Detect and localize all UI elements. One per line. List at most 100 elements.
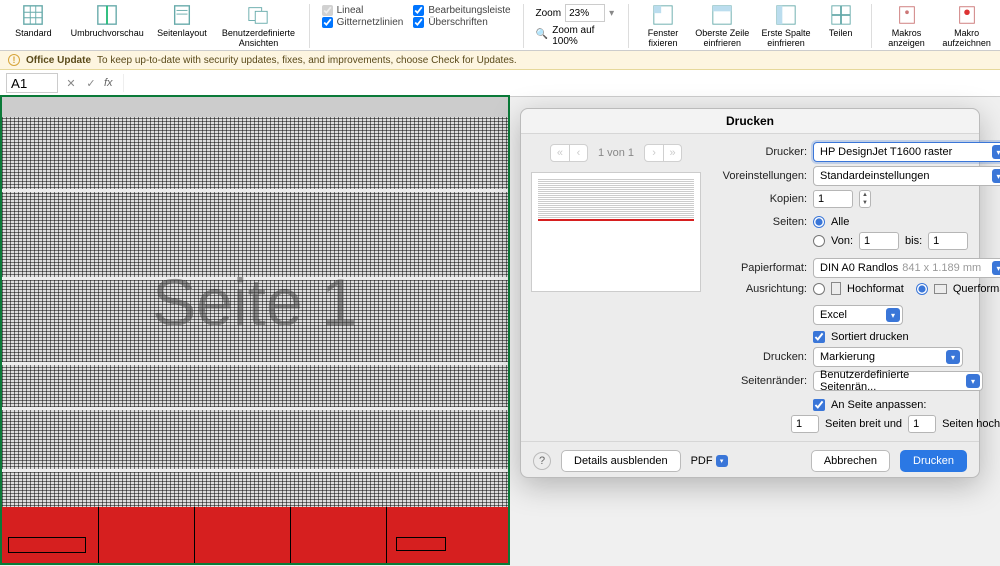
freeze-icon [650,4,676,26]
sheet-header-row [2,97,508,117]
paper-select[interactable]: DIN A0 Randlos 841 x 1.189 mm [813,258,1000,278]
print-what-select[interactable]: Markierung [813,347,963,367]
custom-view-icon [245,4,271,26]
page-break [2,407,508,410]
page-break [2,189,508,192]
pages-range-radio[interactable] [813,235,825,247]
view-standard[interactable]: Standard [6,4,61,38]
freeze-panes[interactable]: Fenster fixieren [641,4,685,48]
printer-select[interactable]: HP DesignJet T1600 raster [813,142,1000,162]
label: Makro aufzeichnen [939,28,994,48]
from-input[interactable] [859,232,899,250]
label: Seitenlayout [157,28,207,38]
print-what-label: Drucken: [715,351,807,363]
dialog-title: Drucken [521,109,979,134]
chevron-down-icon [966,374,980,388]
ribbon: Standard Umbruchvorschau Seitenlayout Be… [0,0,1000,51]
split-button[interactable]: Teilen [822,4,858,38]
freeze-col-icon [773,4,799,26]
zoom-input[interactable] [565,4,605,22]
page-indicator: 1 von 1 [598,147,634,159]
formula-input[interactable] [123,74,994,92]
freeze-row-icon [709,4,735,26]
fit-label: An Seite anpassen: [831,399,926,411]
freeze-top-row[interactable]: Oberste Zeile einfrieren [695,4,750,48]
chevron-down-icon [716,455,728,467]
pages-all-radio[interactable] [813,216,825,228]
macro-icon [894,4,920,26]
pages-tall-input[interactable] [908,415,936,433]
paper-label: Papierformat: [715,262,807,274]
worksheet-area[interactable]: Seite 1 [0,95,510,565]
cancel-icon[interactable]: ✕ [64,77,78,90]
name-box[interactable] [6,73,58,93]
confirm-icon[interactable]: ✓ [84,77,98,90]
print-button[interactable]: Drucken [900,450,967,472]
show-checks: Lineal Gitternetzlinien [322,4,404,29]
check-gitter[interactable]: Gitternetzlinien [322,17,404,28]
presets-select[interactable]: Standardeinstellungen [813,166,1000,186]
fit-checkbox[interactable] [813,399,825,411]
margins-select[interactable]: Benutzerdefinierte Seitenrän... [813,371,983,391]
next-page-button[interactable]: › [645,145,663,161]
collate-label: Sortiert drucken [831,331,909,343]
record-icon [954,4,980,26]
pages-wide-input[interactable] [791,415,819,433]
help-button[interactable]: ? [533,452,551,470]
view-custom[interactable]: Benutzerdefinierte Ansichten [220,4,297,48]
page-nav: « ‹ 1 von 1 › » [531,144,701,162]
hide-details-button[interactable]: Details ausblenden [561,450,681,472]
collate-checkbox[interactable] [813,331,825,343]
cancel-button[interactable]: Abbrechen [811,450,890,472]
landscape-label: Querformat [953,283,1000,295]
portrait-radio[interactable] [813,283,825,295]
view-seitenlayout[interactable]: Seitenlayout [154,4,210,38]
copies-input[interactable] [813,190,853,208]
print-preview [531,172,701,292]
separator [309,4,310,48]
page-layout-icon [169,4,195,26]
label: Oberste Zeile einfrieren [695,28,750,48]
zoom-100-button[interactable]: 🔍 Zoom auf 100% [536,25,617,47]
view-umbruch[interactable]: Umbruchvorschau [71,4,144,38]
separator [628,4,629,48]
from-label: Von: [831,235,853,247]
pages-wide-label: Seiten breit und [825,418,902,430]
check-bearbleiste[interactable]: Bearbeitungsleiste [413,5,510,16]
show-checks2: Bearbeitungsleiste Überschriften [413,4,510,29]
check-lineal[interactable]: Lineal [322,5,404,16]
freeze-first-col[interactable]: Erste Spalte einfrieren [760,4,813,48]
landscape-radio[interactable] [916,283,928,295]
print-dialog: Drucken « ‹ 1 von 1 › » Drucker: [520,108,980,478]
portrait-label: Hochformat [847,283,904,295]
magnifier-icon: 🔍 [536,29,549,43]
grid-icon [20,4,46,26]
split-icon [828,4,854,26]
copies-stepper[interactable]: ▲▼ [859,190,871,208]
pdf-dropdown[interactable]: PDF [691,455,728,467]
chevron-down-icon [886,308,900,322]
zoom-dropdown[interactable]: ▾ [609,8,614,19]
last-page-button[interactable]: » [663,145,681,161]
office-update-bar[interactable]: ! Office Update To keep up-to-date with … [0,51,1000,70]
label: Standard [15,28,52,38]
show-macros[interactable]: Makros anzeigen [884,4,930,48]
check-ueberschriften[interactable]: Überschriften [413,17,510,28]
app-select[interactable]: Excel [813,305,903,325]
separator [523,4,524,48]
record-macro[interactable]: Makro aufzeichnen [939,4,994,48]
first-page-button[interactable]: « [551,145,569,161]
label: Teilen [829,28,853,38]
warning-icon: ! [8,54,20,66]
prev-page-button[interactable]: ‹ [569,145,587,161]
label: Fenster fixieren [641,28,685,48]
separator [871,4,872,48]
chevron-down-icon [992,261,1000,275]
landscape-icon [934,284,947,294]
page-break [2,362,508,365]
sheet-grid [2,97,508,563]
to-input[interactable] [928,232,968,250]
label: Erste Spalte einfrieren [760,28,813,48]
zoom-group: Zoom ▾ 🔍 Zoom auf 100% [536,4,617,47]
printer-label: Drucker: [715,146,807,158]
